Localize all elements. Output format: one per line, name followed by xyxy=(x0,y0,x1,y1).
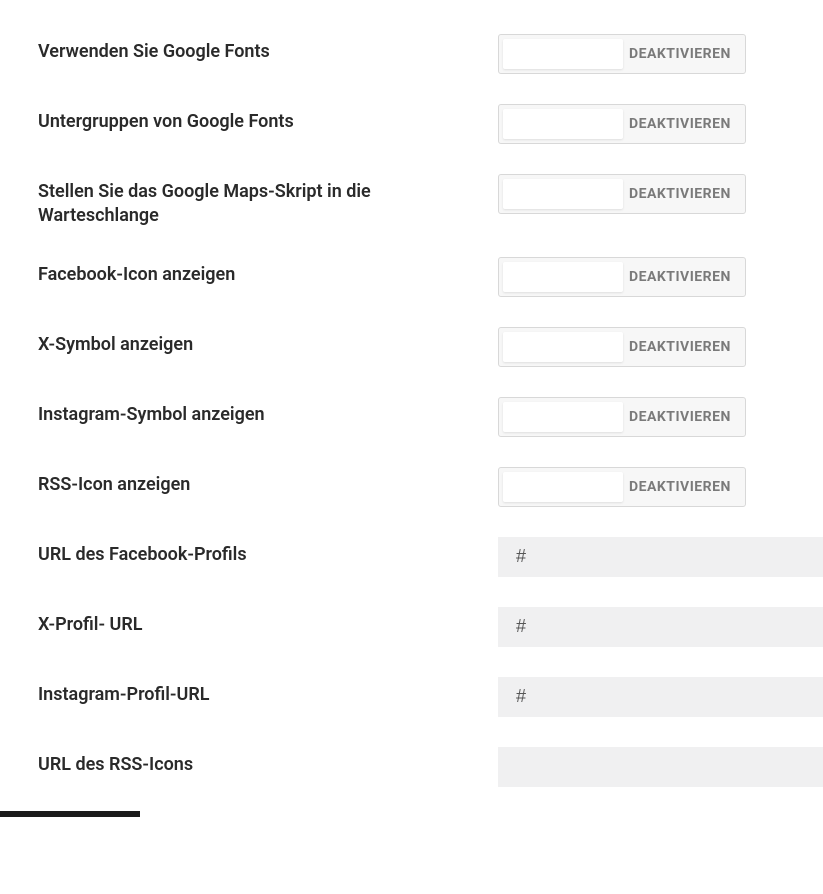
label-google-fonts: Verwenden Sie Google Fonts xyxy=(38,34,498,64)
toggle-instagram-symbol[interactable]: DEAKTIVIEREN xyxy=(498,397,746,437)
input-rss-url[interactable] xyxy=(498,747,823,787)
setting-x-url: X-Profil- URL xyxy=(0,593,823,663)
control-x-url xyxy=(498,607,823,647)
toggle-facebook-icon[interactable]: DEAKTIVIEREN xyxy=(498,257,746,297)
label-instagram-symbol: Instagram-Symbol anzeigen xyxy=(38,397,498,427)
setting-rss-url: URL des RSS-Icons xyxy=(0,733,823,803)
setting-google-fonts: Verwenden Sie Google Fonts DEAKTIVIEREN xyxy=(0,20,823,90)
control-instagram-symbol: DEAKTIVIEREN xyxy=(498,397,785,437)
setting-x-symbol: X-Symbol anzeigen DEAKTIVIEREN xyxy=(0,313,823,383)
label-instagram-url: Instagram-Profil-URL xyxy=(38,677,498,707)
control-x-symbol: DEAKTIVIEREN xyxy=(498,327,785,367)
toggle-google-fonts-subgroups[interactable]: DEAKTIVIEREN xyxy=(498,104,746,144)
control-facebook-url xyxy=(498,537,823,577)
toggle-status: DEAKTIVIEREN xyxy=(627,116,745,132)
control-google-maps-script: DEAKTIVIEREN xyxy=(498,174,785,214)
toggle-handle xyxy=(503,39,623,69)
toggle-handle xyxy=(503,109,623,139)
toggle-handle xyxy=(503,332,623,362)
label-rss-icon: RSS-Icon anzeigen xyxy=(38,467,498,497)
toggle-handle xyxy=(503,262,623,292)
label-google-maps-script: Stellen Sie das Google Maps-Skript in di… xyxy=(38,174,498,229)
toggle-handle xyxy=(503,472,623,502)
toggle-google-maps-script[interactable]: DEAKTIVIEREN xyxy=(498,174,746,214)
setting-facebook-url: URL des Facebook-Profils xyxy=(0,523,823,593)
toggle-status: DEAKTIVIEREN xyxy=(627,186,745,202)
control-google-fonts-subgroups: DEAKTIVIEREN xyxy=(498,104,785,144)
label-google-fonts-subgroups: Untergruppen von Google Fonts xyxy=(38,104,498,134)
setting-google-fonts-subgroups: Untergruppen von Google Fonts DEAKTIVIER… xyxy=(0,90,823,160)
label-rss-url: URL des RSS-Icons xyxy=(38,747,498,777)
input-x-url[interactable] xyxy=(498,607,823,647)
toggle-handle xyxy=(503,402,623,432)
toggle-status: DEAKTIVIEREN xyxy=(627,269,745,285)
control-google-fonts: DEAKTIVIEREN xyxy=(498,34,785,74)
control-rss-icon: DEAKTIVIEREN xyxy=(498,467,785,507)
input-instagram-url[interactable] xyxy=(498,677,823,717)
toggle-status: DEAKTIVIEREN xyxy=(627,339,745,355)
control-facebook-icon: DEAKTIVIEREN xyxy=(498,257,785,297)
setting-facebook-icon: Facebook-Icon anzeigen DEAKTIVIEREN xyxy=(0,243,823,313)
label-facebook-url: URL des Facebook-Profils xyxy=(38,537,498,567)
toggle-rss-icon[interactable]: DEAKTIVIEREN xyxy=(498,467,746,507)
control-rss-url xyxy=(498,747,823,787)
toggle-x-symbol[interactable]: DEAKTIVIEREN xyxy=(498,327,746,367)
bottom-bar xyxy=(0,811,140,817)
toggle-handle xyxy=(503,179,623,209)
setting-google-maps-script: Stellen Sie das Google Maps-Skript in di… xyxy=(0,160,823,243)
label-facebook-icon: Facebook-Icon anzeigen xyxy=(38,257,498,287)
setting-instagram-symbol: Instagram-Symbol anzeigen DEAKTIVIEREN xyxy=(0,383,823,453)
label-x-symbol: X-Symbol anzeigen xyxy=(38,327,498,357)
toggle-status: DEAKTIVIEREN xyxy=(627,46,745,62)
toggle-status: DEAKTIVIEREN xyxy=(627,479,745,495)
setting-instagram-url: Instagram-Profil-URL xyxy=(0,663,823,733)
toggle-google-fonts[interactable]: DEAKTIVIEREN xyxy=(498,34,746,74)
label-x-url: X-Profil- URL xyxy=(38,607,498,637)
control-instagram-url xyxy=(498,677,823,717)
toggle-status: DEAKTIVIEREN xyxy=(627,409,745,425)
setting-rss-icon: RSS-Icon anzeigen DEAKTIVIEREN xyxy=(0,453,823,523)
input-facebook-url[interactable] xyxy=(498,537,823,577)
